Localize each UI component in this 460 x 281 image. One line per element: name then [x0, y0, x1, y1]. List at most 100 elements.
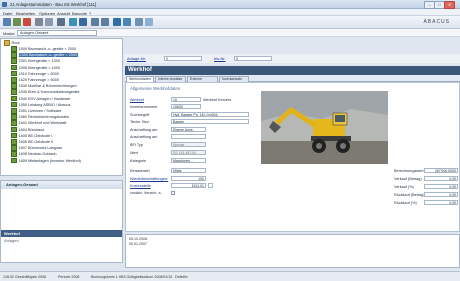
verkauf-betrag-input[interactable]: 0.00	[424, 176, 458, 181]
excavator-image	[261, 91, 388, 164]
rueckkauf-betrag-input[interactable]: 0.00	[424, 192, 458, 197]
tree-item[interactable]: 1500 Baumasch.-u.-geräte < 2000	[11, 46, 76, 52]
tree-pane: Root 1500 Baumasch.-u.-geräte < 2000 2300…	[0, 38, 123, 176]
asset-group-icon	[11, 157, 17, 164]
asset-group-icon	[11, 108, 17, 114]
copy-icon[interactable]	[35, 18, 43, 26]
asset-group-icon	[11, 58, 17, 64]
wiederbeschaffung-input[interactable]: 100	[171, 176, 206, 181]
techn-bez-label: Techn. Bez.	[130, 120, 150, 124]
tree-item[interactable]: 1510 Fahrzeuge < 5000	[11, 70, 59, 77]
save-icon[interactable]	[13, 18, 21, 26]
mask-row: Maske Anlagen-Gesamt	[0, 29, 460, 37]
tree-item[interactable]: 1505 Kleingeräte > 1000	[11, 64, 60, 71]
asset-group-icon	[11, 114, 17, 120]
tree-item[interactable]: 1604 Bürohaus	[11, 126, 44, 133]
verkauf-prozent-input[interactable]: 0.00	[424, 184, 458, 189]
zusatz-checkbox[interactable]	[171, 191, 175, 195]
werkhof-label[interactable]: Werkhof	[130, 98, 144, 102]
wiederbeschaffung-label[interactable]: Wiederbeschaffungsw.	[130, 177, 168, 181]
tree-item[interactable]: 1605 BE-Gebäude I	[11, 132, 52, 139]
bfi-typ-label: BFI Typ	[130, 143, 144, 147]
tree-item[interactable]: 2300 Baumasch.-u.-geräte > 2000	[11, 52, 79, 58]
tree-root[interactable]: Root	[4, 40, 20, 46]
tree-item[interactable]: 1601 Werkhof und Werkstatt	[11, 120, 66, 126]
tree-item[interactable]: 1551 Lizenzen / Software	[11, 108, 61, 114]
mask-select[interactable]: Anlagen-Gesamt	[17, 30, 97, 36]
rueckkauf-prozent-label: Rückkauf (%)	[394, 201, 417, 205]
tree-item-label: 1520 Fahrzeuge > 5000	[18, 77, 59, 82]
bis-nr-input[interactable]: 0	[234, 55, 272, 61]
tree-item-label: 1608 Neubau Goldach	[18, 152, 57, 157]
anschaffung2-select[interactable]	[171, 134, 206, 139]
nav-title[interactable]: Anlagen-Gesamt	[1, 181, 122, 189]
previous-icon[interactable]	[91, 18, 99, 26]
nav-item-anlagen[interactable]: Anlagen	[4, 238, 19, 243]
werkhof-name: Werkhof Kerzers	[203, 98, 232, 102]
memo-box[interactable]: 05.10.2008 05.01.2007	[125, 234, 460, 268]
kostenstelle-checkbox[interactable]	[208, 183, 213, 188]
kategorie-select[interactable]: Maschinen...	[171, 158, 206, 163]
image-icon[interactable]	[145, 18, 153, 26]
tree-item[interactable]: 1606 BE-Gebäude II	[11, 139, 53, 145]
anlage-nr-input[interactable]: 0	[164, 55, 202, 61]
memo-line-2: 05.01.2007	[129, 242, 147, 246]
paste-icon[interactable]	[45, 18, 53, 26]
print-icon[interactable]	[79, 18, 87, 26]
asset-group-icon	[11, 77, 17, 83]
new-icon[interactable]	[3, 18, 11, 26]
menu-barcode[interactable]: Barcode	[72, 11, 87, 16]
tree-item[interactable]: 1607 Büromodul Langnau	[11, 145, 62, 151]
suchbegriff-input[interactable]: Hyd. Bagger Pn. 18 t (m)004	[171, 112, 249, 117]
menu-bearbeiten[interactable]: Bearbeiten	[16, 11, 35, 16]
asset-photo	[261, 91, 388, 164]
filter-bar: Anlage-Nr. 0 bis-Nr. 0	[124, 54, 460, 63]
kostenstelle-input[interactable]: 1511.01	[171, 183, 206, 188]
tree-item[interactable]: 1530 Mobiliar & Büroeinrichtungen	[11, 83, 77, 89]
refresh-icon[interactable]	[69, 18, 77, 26]
tree-item[interactable]: 1560 Restrukturierungskosten	[11, 114, 69, 120]
anschaffung2-label: Anschaffung am	[130, 135, 158, 139]
kostenstelle-label[interactable]: Kostenstelle	[130, 184, 151, 188]
wert-input[interactable]: SS 151.457.00	[171, 150, 206, 155]
bfi-typ-select[interactable]: Normal	[171, 142, 206, 147]
info-icon[interactable]	[113, 18, 121, 26]
attachment-icon[interactable]	[123, 18, 131, 26]
techn-bez-input[interactable]: Bagger	[171, 119, 249, 124]
menu-optionen[interactable]: Optionen	[39, 11, 55, 16]
nav-item-werkhof[interactable]: Werkhof	[1, 230, 122, 237]
berechnungswert-input[interactable]: 267'000.0000	[424, 168, 458, 173]
settings-icon[interactable]	[135, 18, 143, 26]
einsatzwert-select[interactable]: Miete	[171, 168, 206, 173]
status-mode: Definitiv	[175, 275, 188, 279]
suchbegriff-label: Suchbegriff	[130, 113, 150, 117]
wert-label: Wert	[130, 151, 138, 155]
tree-item[interactable]: 2301 Kleingeräte < 1000	[11, 58, 60, 64]
title-bar: 21 Anlagestammdaten - Bau mit Werkhof [1…	[0, 0, 460, 9]
tree-item[interactable]: 1535 Büro & Kommunikationsgeräte	[11, 89, 80, 95]
inventar-input[interactable]: 10633	[171, 104, 201, 109]
rueckkauf-prozent-input[interactable]: 0.00	[424, 200, 458, 205]
close-button[interactable]: ✕	[444, 1, 455, 9]
tree-item[interactable]: 1520 Fahrzeuge > 5000	[11, 77, 59, 83]
menu-ansicht[interactable]: Ansicht	[57, 11, 70, 16]
tree-item[interactable]: 1540 EDV Anlagen / Hardware	[11, 95, 70, 102]
menu-help[interactable]: ?	[89, 11, 91, 16]
app-icon	[2, 2, 7, 7]
anschaffung-select[interactable]: Eigene Anze..	[171, 127, 206, 132]
asset-group-icon	[11, 132, 17, 139]
folder-icon	[4, 40, 10, 46]
search-icon[interactable]	[57, 18, 65, 26]
menu-datei[interactable]: Datei	[3, 11, 12, 16]
werkhof-input[interactable]: 10	[171, 97, 201, 102]
asset-group-icon	[11, 126, 17, 133]
asset-group-icon	[11, 120, 17, 126]
abacus-logo: ABACUS	[423, 19, 450, 25]
next-icon[interactable]	[101, 18, 109, 26]
tree-item[interactable]: 1550 Leistung ASBIO / Abacus	[11, 101, 70, 108]
delete-icon[interactable]	[23, 18, 31, 26]
tree-item[interactable]: 1608 Neubau Goldach	[11, 151, 57, 157]
asset-group-icon	[11, 145, 17, 151]
tree-item-label: 1500 Baumasch.-u.-geräte < 2000	[18, 46, 77, 51]
tree-item[interactable]: 1609 Mietanlagen (Investor Werkhof)	[11, 157, 81, 164]
